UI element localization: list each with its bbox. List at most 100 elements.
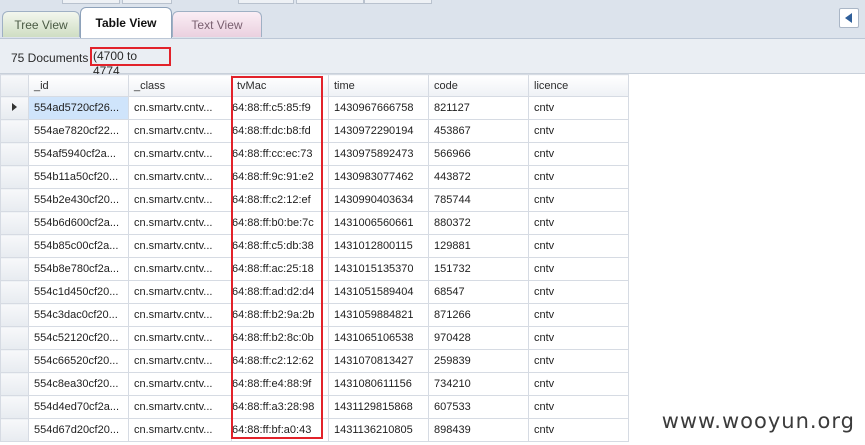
row-selector[interactable] [0,349,29,373]
cell-code[interactable]: 785744 [428,188,529,212]
table-row[interactable]: 554d4ed70cf2a... cn.smartv.cntv... 64:88… [0,395,629,419]
row-selector[interactable] [0,326,29,350]
row-selector[interactable] [0,96,29,120]
cell-class[interactable]: cn.smartv.cntv... [128,96,232,120]
cell-id[interactable]: 554c3dac0cf20... [28,303,129,327]
cell-tvmac[interactable]: 64:88:ff:ad:d2:d4 [231,280,329,304]
cell-class[interactable]: cn.smartv.cntv... [128,395,232,419]
table-row[interactable]: 554b11a50cf20... cn.smartv.cntv... 64:88… [0,165,629,189]
row-selector[interactable] [0,395,29,419]
table-row[interactable]: 554c3dac0cf20... cn.smartv.cntv... 64:88… [0,303,629,327]
cell-class[interactable]: cn.smartv.cntv... [128,165,232,189]
cell-code[interactable]: 129881 [428,234,529,258]
cell-tvmac[interactable]: 64:88:ff:c5:85:f9 [231,96,329,120]
row-selector[interactable] [0,234,29,258]
cell-time[interactable]: 1430967666758 [328,96,429,120]
cell-code[interactable]: 443872 [428,165,529,189]
cell-licence[interactable]: cntv [528,326,629,350]
row-selector[interactable] [0,257,29,281]
cell-time[interactable]: 1431006560661 [328,211,429,235]
table-row[interactable]: 554b6d600cf2a... cn.smartv.cntv... 64:88… [0,211,629,235]
column-header-time[interactable]: time [328,74,429,97]
cell-class[interactable]: cn.smartv.cntv... [128,211,232,235]
cell-licence[interactable]: cntv [528,349,629,373]
cell-id[interactable]: 554d4ed70cf2a... [28,395,129,419]
cell-class[interactable]: cn.smartv.cntv... [128,234,232,258]
cell-time[interactable]: 1431059884821 [328,303,429,327]
cell-time[interactable]: 1430983077462 [328,165,429,189]
cell-code[interactable]: 566966 [428,142,529,166]
cell-tvmac[interactable]: 64:88:ff:e4:88:9f [231,372,329,396]
cell-time[interactable]: 1430972290194 [328,119,429,143]
cell-code[interactable]: 259839 [428,349,529,373]
cell-code[interactable]: 880372 [428,211,529,235]
cell-tvmac[interactable]: 64:88:ff:dc:b8:fd [231,119,329,143]
cell-time[interactable]: 1431080611156 [328,372,429,396]
cell-time[interactable]: 1430975892473 [328,142,429,166]
cell-id[interactable]: 554c8ea30cf20... [28,372,129,396]
cell-id[interactable]: 554b85c00cf2a... [28,234,129,258]
cell-id[interactable]: 554b6d600cf2a... [28,211,129,235]
row-selector[interactable] [0,303,29,327]
row-selector[interactable] [0,280,29,304]
column-header-tvmac[interactable]: tvMac [231,74,329,97]
cell-licence[interactable]: cntv [528,280,629,304]
cell-tvmac[interactable]: 64:88:ff:bf:a0:43 [231,418,329,442]
row-selector[interactable] [0,119,29,143]
table-row[interactable]: 554ad5720cf26... cn.smartv.cntv... 64:88… [0,96,629,120]
cell-time[interactable]: 1431012800115 [328,234,429,258]
cell-time[interactable]: 1431065106538 [328,326,429,350]
table-row[interactable]: 554c66520cf20... cn.smartv.cntv... 64:88… [0,349,629,373]
column-header-id[interactable]: _id [28,74,129,97]
table-row[interactable]: 554ae7820cf22... cn.smartv.cntv... 64:88… [0,119,629,143]
cell-licence[interactable]: cntv [528,372,629,396]
scroll-tabs-button[interactable] [839,8,859,28]
cell-class[interactable]: cn.smartv.cntv... [128,280,232,304]
cell-licence[interactable]: cntv [528,418,629,442]
cell-code[interactable]: 871266 [428,303,529,327]
cell-code[interactable]: 151732 [428,257,529,281]
cell-id[interactable]: 554c52120cf20... [28,326,129,350]
tab-tree-view[interactable]: Tree View [2,11,80,37]
table-row[interactable]: 554d67d20cf20... cn.smartv.cntv... 64:88… [0,418,629,442]
cell-code[interactable]: 68547 [428,280,529,304]
cell-tvmac[interactable]: 64:88:ff:c2:12:ef [231,188,329,212]
cell-code[interactable]: 734210 [428,372,529,396]
cell-id[interactable]: 554ae7820cf22... [28,119,129,143]
cell-code[interactable]: 453867 [428,119,529,143]
cell-licence[interactable]: cntv [528,165,629,189]
cell-id[interactable]: 554af5940cf2a... [28,142,129,166]
cell-code[interactable]: 970428 [428,326,529,350]
cell-licence[interactable]: cntv [528,303,629,327]
table-row[interactable]: 554b2e430cf20... cn.smartv.cntv... 64:88… [0,188,629,212]
cell-class[interactable]: cn.smartv.cntv... [128,349,232,373]
cell-class[interactable]: cn.smartv.cntv... [128,119,232,143]
table-row[interactable]: 554c52120cf20... cn.smartv.cntv... 64:88… [0,326,629,350]
cell-class[interactable]: cn.smartv.cntv... [128,418,232,442]
row-selector[interactable] [0,165,29,189]
cell-licence[interactable]: cntv [528,211,629,235]
cell-tvmac[interactable]: 64:88:ff:a3:28:98 [231,395,329,419]
cell-time[interactable]: 1431136210805 [328,418,429,442]
cell-class[interactable]: cn.smartv.cntv... [128,257,232,281]
cell-time[interactable]: 1431129815868 [328,395,429,419]
column-header-code[interactable]: code [428,74,529,97]
cell-time[interactable]: 1431015135370 [328,257,429,281]
column-header-class[interactable]: _class [128,74,232,97]
cell-time[interactable]: 1431051589404 [328,280,429,304]
row-selector[interactable] [0,211,29,235]
cell-tvmac[interactable]: 64:88:ff:b2:8c:0b [231,326,329,350]
row-selector[interactable] [0,142,29,166]
cell-licence[interactable]: cntv [528,96,629,120]
cell-class[interactable]: cn.smartv.cntv... [128,188,232,212]
row-selector[interactable] [0,372,29,396]
cell-class[interactable]: cn.smartv.cntv... [128,372,232,396]
cell-licence[interactable]: cntv [528,395,629,419]
cell-code[interactable]: 607533 [428,395,529,419]
cell-tvmac[interactable]: 64:88:ff:c2:12:62 [231,349,329,373]
tab-table-view[interactable]: Table View [80,7,172,38]
cell-licence[interactable]: cntv [528,188,629,212]
cell-tvmac[interactable]: 64:88:ff:b2:9a:2b [231,303,329,327]
cell-licence[interactable]: cntv [528,257,629,281]
table-row[interactable]: 554af5940cf2a... cn.smartv.cntv... 64:88… [0,142,629,166]
